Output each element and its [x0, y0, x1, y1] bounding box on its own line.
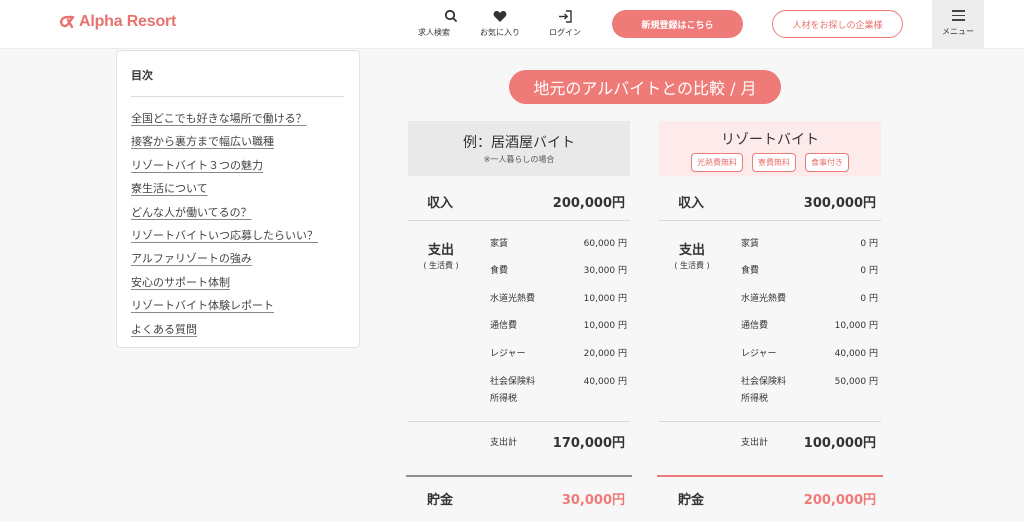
- column-subtitle: ※一人暮らしの場合: [483, 155, 555, 164]
- nav-login-label: ログイン: [549, 28, 581, 37]
- toc-item[interactable]: 寮生活について: [131, 180, 359, 203]
- menu-label: メニュー: [942, 26, 974, 36]
- subtotal-value: 100,000円: [803, 436, 876, 451]
- nav-login[interactable]: ログイン: [540, 9, 590, 38]
- register-button[interactable]: 新規登録はこちら: [612, 10, 743, 38]
- table-of-contents: 目次 全国どこでも好きな場所で働ける？ 接客から裏方まで幅広い職種 リゾートバイ…: [116, 50, 360, 348]
- column-title: 例：居酒屋バイト: [463, 135, 575, 151]
- toc-list: 全国どこでも好きな場所で働ける？ 接客から裏方まで幅広い職種 リゾートバイト３つ…: [131, 110, 359, 344]
- column-title: リゾートバイト: [721, 132, 819, 148]
- toc-item[interactable]: リゾートバイト３つの魅力: [131, 157, 359, 180]
- income-label: 収入: [427, 196, 454, 211]
- subtotal-value: 170,000円: [552, 436, 625, 451]
- alpha-logo-icon: [59, 15, 75, 29]
- toc-item[interactable]: 全国どこでも好きな場所で働ける？: [131, 110, 359, 133]
- income-row: 収入 200,000円: [408, 176, 630, 221]
- expense-label: 支出 ( 生活費 ): [423, 243, 459, 270]
- nav-favorites[interactable]: お気に入り: [475, 9, 525, 38]
- logo-text: Alpha Resort: [79, 13, 177, 30]
- subtotal-row: 支出計 100,000円: [659, 421, 881, 461]
- nav-job-search-label: 求人検索: [418, 28, 450, 37]
- savings-value: 30,000円: [561, 493, 625, 508]
- toc-item[interactable]: よくある質問: [131, 321, 359, 344]
- site-header: Alpha Resort 求人検索 お気に入り ログイン 新規登録はこちら 人材…: [0, 0, 1024, 49]
- search-icon: [444, 9, 457, 22]
- toc-item[interactable]: リゾートバイトいつ応募したらいい？: [131, 227, 359, 250]
- savings-row: 貯金 30,000円: [406, 475, 632, 515]
- expense-label: 支出 ( 生活費 ): [674, 243, 710, 270]
- savings-label: 貯金: [427, 493, 454, 508]
- column-header: 例：居酒屋バイト ※一人暮らしの場合: [408, 121, 630, 176]
- logo[interactable]: Alpha Resort: [57, 13, 176, 31]
- company-button[interactable]: 人材をお探しの企業様: [772, 10, 903, 38]
- income-value: 300,000円: [803, 196, 876, 211]
- toc-title: 目次: [131, 67, 344, 97]
- hamburger-icon: [951, 10, 965, 21]
- toc-item[interactable]: リゾートバイト体験レポート: [131, 297, 359, 320]
- income-value: 200,000円: [552, 196, 625, 211]
- toc-item[interactable]: どんな人が働いてるの？: [131, 204, 359, 227]
- subtotal-label: 支出計: [741, 438, 769, 448]
- comparison-column-local-job: 例：居酒屋バイト ※一人暮らしの場合 収入 200,000円 支出 ( 生活費 …: [406, 121, 632, 508]
- toc-item[interactable]: アルファリゾートの強み: [131, 250, 359, 273]
- income-label: 収入: [678, 196, 705, 211]
- savings-value: 200,000円: [803, 493, 876, 508]
- comparison-column-resort-job: リゾートバイト 光熱費無料 寮費無料 食事付き 収入 300,000円 支出 (…: [657, 121, 883, 508]
- comparison-title: 地元のアルバイトとの比較 / 月: [509, 70, 781, 104]
- benefit-tag: 食事付き: [805, 153, 849, 172]
- savings-label: 貯金: [678, 493, 705, 508]
- subtotal-label: 支出計: [490, 438, 518, 448]
- heart-icon: [493, 11, 507, 22]
- benefit-tag: 光熱費無料: [691, 153, 743, 172]
- nav-favorites-label: お気に入り: [480, 28, 520, 37]
- login-icon: [559, 10, 572, 23]
- savings-row: 貯金 200,000円: [657, 475, 883, 515]
- benefit-tags: 光熱費無料 寮費無料 食事付き: [659, 153, 881, 172]
- income-row: 収入 300,000円: [659, 176, 881, 221]
- column-header: リゾートバイト 光熱費無料 寮費無料 食事付き: [659, 121, 881, 176]
- benefit-tag: 寮費無料: [752, 153, 796, 172]
- subtotal-row: 支出計 170,000円: [408, 421, 630, 461]
- nav-job-search[interactable]: 求人検索: [409, 9, 459, 38]
- toc-item[interactable]: 安心のサポート体制: [131, 274, 359, 297]
- toc-item[interactable]: 接客から裏方まで幅広い職種: [131, 133, 359, 156]
- menu-button[interactable]: メニュー: [932, 0, 984, 49]
